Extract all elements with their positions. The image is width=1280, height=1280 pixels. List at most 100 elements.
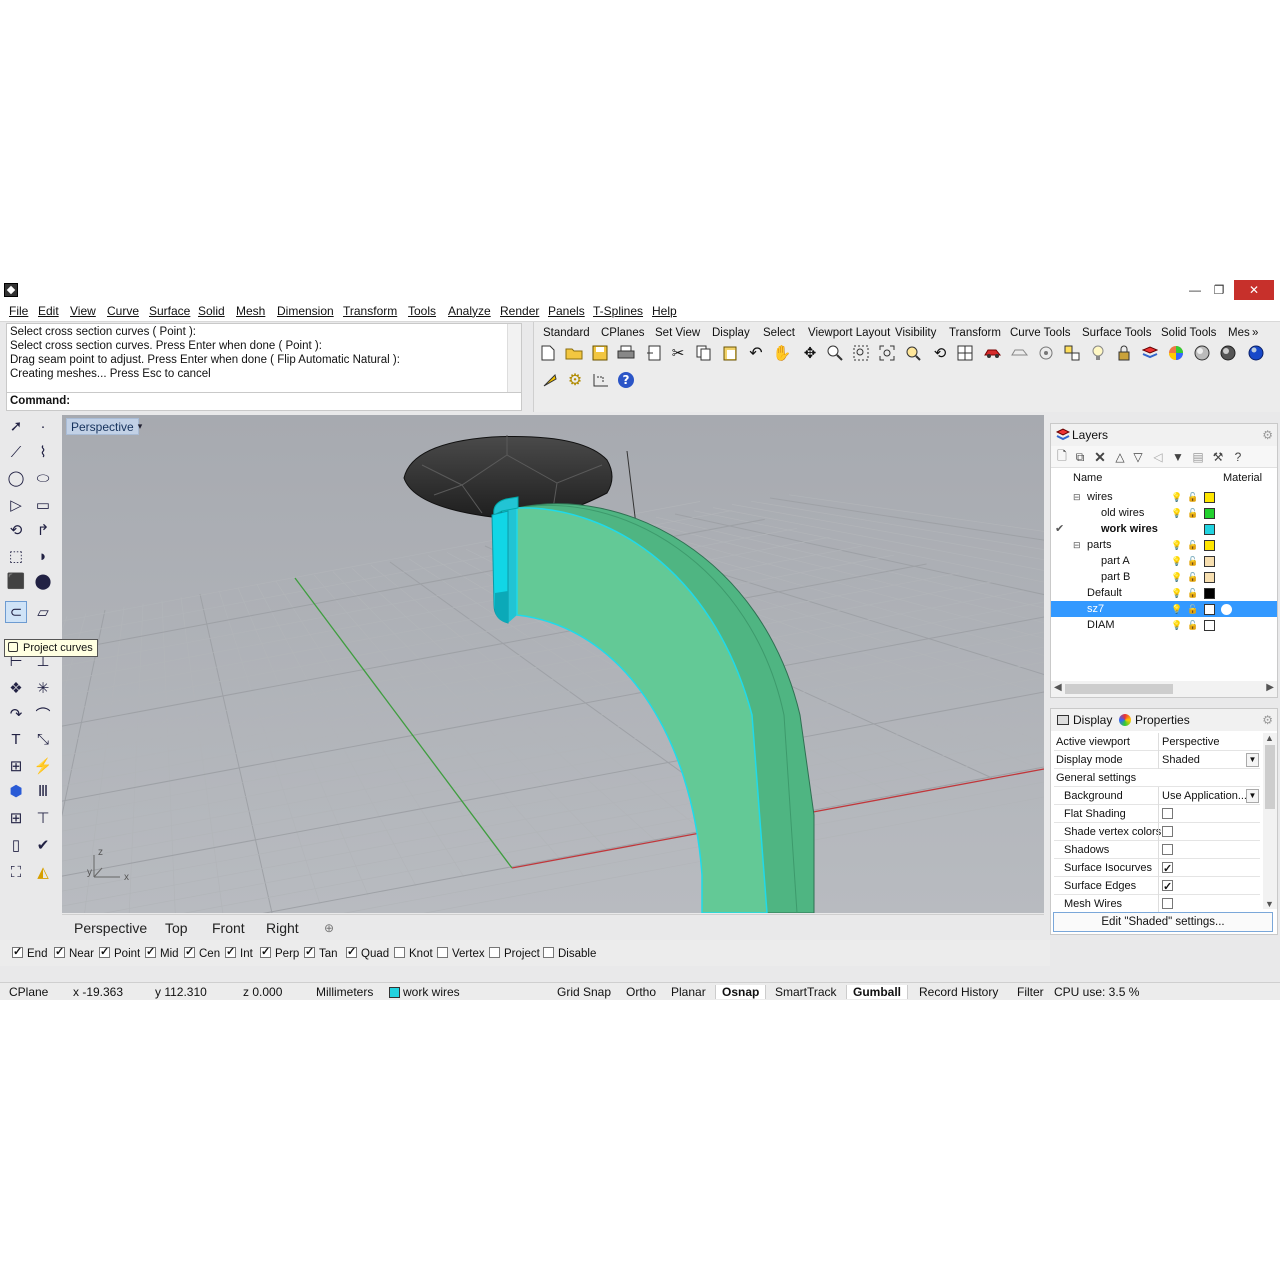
open-folder-icon[interactable]	[564, 343, 584, 363]
unlock-icon[interactable]: 🔓	[1187, 491, 1198, 503]
setting-checkbox[interactable]	[1162, 808, 1173, 819]
grid-snap-toggle[interactable]: Grid Snap	[557, 985, 611, 999]
save-icon[interactable]	[590, 343, 610, 363]
car-render-icon[interactable]	[983, 343, 1003, 363]
menu-dimension[interactable]: Dimension	[277, 303, 334, 319]
layer-color-swatch[interactable]	[1204, 620, 1215, 631]
unlock-icon[interactable]: 🔓	[1187, 587, 1198, 599]
menu-surface[interactable]: Surface	[149, 303, 190, 319]
visibility-bulb-icon[interactable]: 💡	[1171, 603, 1182, 615]
rectangle-icon[interactable]: ▭	[32, 494, 54, 516]
layer-row-default[interactable]: Default 💡 🔓	[1051, 585, 1277, 601]
osnap-checkbox[interactable]	[260, 945, 271, 959]
panel-options-icon[interactable]: ⚙	[1262, 428, 1273, 442]
osnap-circle-icon[interactable]	[1036, 343, 1056, 363]
highlight-icon[interactable]	[540, 370, 560, 390]
import-icon[interactable]	[644, 343, 664, 363]
scroll-down-icon[interactable]: ▼	[1265, 899, 1274, 909]
undo-view-icon[interactable]: ⟲	[930, 343, 950, 363]
osnap-project[interactable]: Project	[489, 947, 540, 961]
planar-toggle[interactable]: Planar	[671, 985, 706, 999]
menu-analyze[interactable]: Analyze	[448, 303, 491, 319]
layer-help-icon[interactable]: ?	[1229, 448, 1247, 466]
dropdown-arrow-icon[interactable]: ▼	[1246, 753, 1259, 767]
menu-tsplines[interactable]: T-Splines	[593, 303, 643, 319]
perspective-viewport[interactable]: z y x Perspective ▾	[62, 415, 1044, 913]
dimension-tool-icon[interactable]	[591, 370, 611, 390]
cut-icon[interactable]: ✂	[668, 343, 688, 363]
polyline-icon[interactable]: ⟋	[5, 441, 27, 463]
setting-value[interactable]: Use Application... ▼	[1158, 787, 1260, 805]
toolbar-tab-solid-tools[interactable]: Solid Tools	[1161, 326, 1216, 340]
viewport-title[interactable]: Perspective	[66, 418, 139, 435]
menu-edit[interactable]: Edit	[38, 303, 59, 319]
setting-flat-shading[interactable]: Flat Shading	[1054, 805, 1260, 823]
layer-row-part-a[interactable]: part A 💡 🔓	[1051, 553, 1277, 569]
tab-properties[interactable]: Properties	[1119, 713, 1190, 727]
setting-value[interactable]	[1158, 895, 1260, 913]
array-icon[interactable]: ⊞	[5, 755, 27, 777]
viewport-menu-arrow[interactable]: ▾	[134, 418, 146, 435]
scroll-right-icon[interactable]: ▶	[1266, 682, 1274, 693]
delete-layer-icon[interactable]: ✕	[1091, 448, 1109, 466]
explode-icon[interactable]: ✳	[32, 677, 54, 699]
pan-hand-icon[interactable]: ✋	[772, 343, 792, 363]
bend-icon[interactable]: ⚡	[32, 755, 54, 777]
menu-panels[interactable]: Panels	[548, 303, 585, 319]
osnap-point[interactable]: Point	[99, 945, 140, 961]
visibility-bulb-icon[interactable]: 💡	[1171, 491, 1182, 503]
ellipse-icon[interactable]: ⬭	[32, 467, 54, 489]
toolbar-tab-standard[interactable]: Standard	[543, 326, 590, 340]
layers-horizontal-scrollbar[interactable]: ◀ ▶	[1051, 681, 1277, 697]
menu-transform[interactable]: Transform	[343, 303, 397, 319]
zoom-window-icon[interactable]	[851, 343, 871, 363]
gumball-toggle[interactable]: Gumball	[846, 985, 909, 999]
osnap-cen[interactable]: Cen	[184, 945, 220, 961]
point-icon[interactable]: ·	[32, 415, 54, 437]
layer-row-old-wires[interactable]: old wires 💡 🔓	[1051, 505, 1277, 521]
shaded-sphere-icon[interactable]	[1192, 343, 1212, 363]
add-viewport-tab-button[interactable]: ⊕	[318, 919, 340, 937]
setting-value[interactable]	[1158, 877, 1260, 895]
minimize-button[interactable]: —	[1183, 280, 1207, 300]
status-cplane[interactable]: CPlane	[9, 985, 48, 999]
menu-solid[interactable]: Solid	[198, 303, 225, 319]
visibility-bulb-icon[interactable]: 💡	[1171, 571, 1182, 583]
sweep-icon[interactable]: ◗	[32, 545, 54, 567]
unlock-icon[interactable]: 🔓	[1187, 507, 1198, 519]
render-sphere-icon[interactable]	[1246, 343, 1266, 363]
menu-view[interactable]: View	[70, 303, 96, 319]
setting-surface-edges[interactable]: Surface Edges	[1054, 877, 1260, 895]
setting-mesh-wires[interactable]: Mesh Wires	[1054, 895, 1260, 913]
grid-array-icon[interactable]: ⊞	[5, 807, 27, 829]
text-icon[interactable]: T	[5, 728, 27, 750]
menu-help[interactable]: Help	[652, 303, 677, 319]
close-button[interactable]: ✕	[1234, 280, 1274, 300]
layer-color-swatch[interactable]	[1204, 604, 1215, 615]
visibility-bulb-icon[interactable]: 💡	[1171, 587, 1182, 599]
surface-from-curves-icon[interactable]: ▱	[32, 601, 54, 623]
smarttrack-toggle[interactable]: SmartTrack	[775, 985, 837, 999]
material-sphere-icon[interactable]	[1221, 604, 1232, 615]
expand-collapse-icon[interactable]: ⊟	[1073, 489, 1081, 505]
move-up-icon[interactable]: △	[1111, 448, 1129, 466]
osnap-checkbox[interactable]	[184, 945, 195, 959]
layer-color-swatch[interactable]	[1204, 556, 1215, 567]
curve-cv-icon[interactable]: ⌇	[32, 441, 54, 463]
rhino-app-icon[interactable]	[4, 283, 18, 297]
setting-value[interactable]	[1158, 805, 1260, 823]
menu-curve[interactable]: Curve	[107, 303, 139, 319]
rendered-sphere-icon[interactable]	[1218, 343, 1238, 363]
layer-color-swatch[interactable]	[1204, 524, 1215, 535]
analyze-icon[interactable]: Ⅲ	[32, 780, 54, 802]
osnap-checkbox[interactable]	[304, 945, 315, 959]
print-icon[interactable]	[616, 343, 636, 363]
setting-surface-isocurves[interactable]: Surface Isocurves	[1054, 859, 1260, 877]
setting-checkbox[interactable]	[1162, 844, 1173, 855]
new-file-icon[interactable]	[538, 343, 558, 363]
osnap-vertex[interactable]: Vertex	[437, 947, 485, 961]
setting-value[interactable]	[1158, 823, 1260, 841]
toolbar-tab-select[interactable]: Select	[763, 326, 795, 340]
setting-display-mode[interactable]: Display mode Shaded ▼	[1054, 751, 1260, 769]
setting-shade-vertex-colors[interactable]: Shade vertex colors	[1054, 823, 1260, 841]
